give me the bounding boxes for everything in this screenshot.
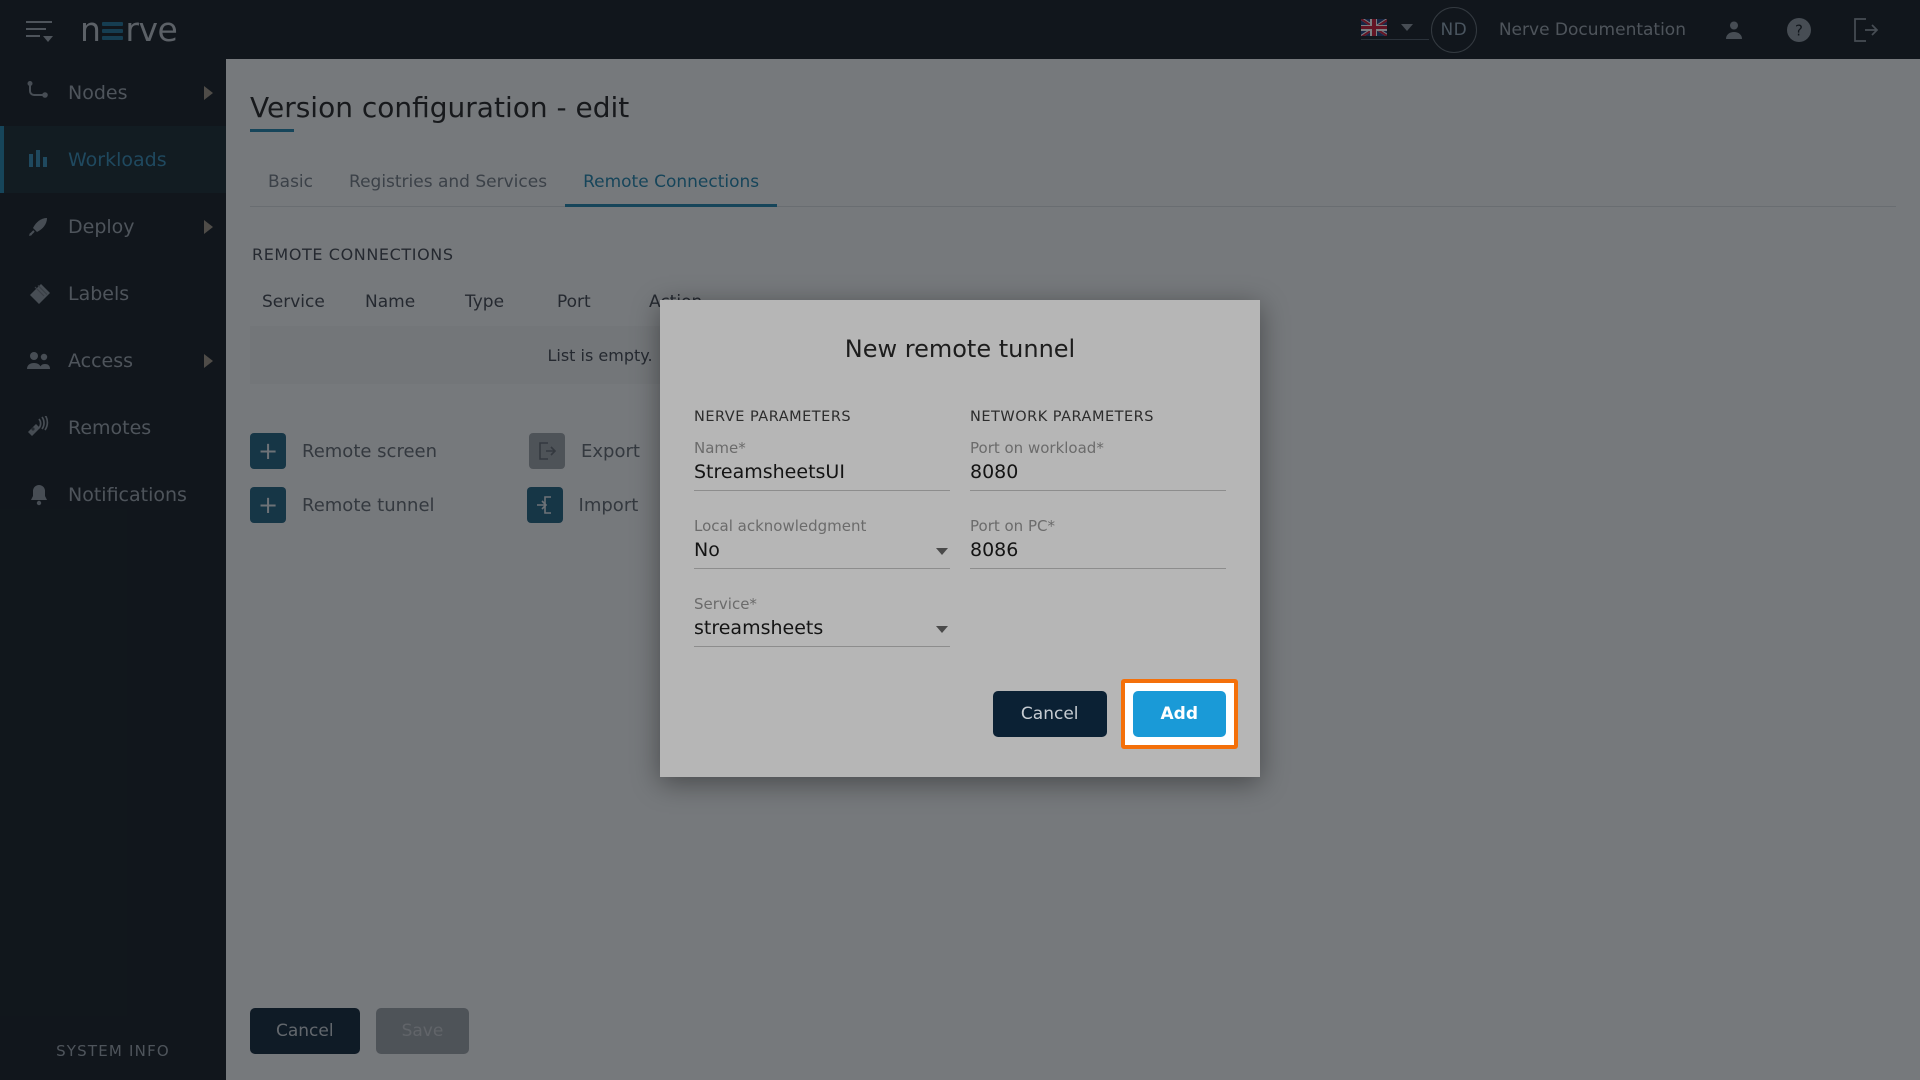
dialog-cancel-button[interactable]: Cancel (992, 691, 1107, 737)
network-parameters-heading: NETWORK PARAMETERS (970, 409, 1154, 425)
port-on-workload-field[interactable]: Port on workload* 8080 (970, 439, 1226, 491)
port-on-workload-label: Port on workload* (970, 439, 1104, 457)
add-button-highlight: Add (1120, 679, 1238, 749)
dialog-add-button[interactable]: Add (1132, 691, 1226, 737)
nerve-parameters-heading: NERVE PARAMETERS (694, 409, 852, 425)
dialog-body: NERVE PARAMETERS Name* StreamsheetsUI Lo… (694, 409, 1226, 673)
service-field[interactable]: Service* streamsheets (694, 595, 950, 647)
port-on-pc-value[interactable]: 8086 (970, 539, 1226, 569)
local-acknowledgment-label: Local acknowledgment (694, 517, 867, 535)
service-field-label: Service* (694, 595, 757, 613)
name-field-label: Name* (694, 439, 746, 457)
local-acknowledgment-value[interactable]: No (694, 539, 950, 569)
name-field-value[interactable]: StreamsheetsUI (694, 461, 950, 491)
name-field[interactable]: Name* StreamsheetsUI (694, 439, 950, 491)
service-field-value[interactable]: streamsheets (694, 617, 950, 647)
network-parameters-column: NETWORK PARAMETERS Port on workload* 808… (970, 409, 1226, 673)
new-remote-tunnel-dialog: New remote tunnel NERVE PARAMETERS Name*… (660, 300, 1260, 777)
port-on-pc-field[interactable]: Port on PC* 8086 (970, 517, 1226, 569)
port-on-pc-label: Port on PC* (970, 517, 1055, 535)
port-on-workload-value[interactable]: 8080 (970, 461, 1226, 491)
nerve-parameters-column: NERVE PARAMETERS Name* StreamsheetsUI Lo… (694, 409, 950, 673)
dialog-footer: Cancel Add (992, 679, 1238, 749)
dialog-title: New remote tunnel (844, 335, 1076, 363)
local-acknowledgment-field[interactable]: Local acknowledgment No (694, 517, 950, 569)
